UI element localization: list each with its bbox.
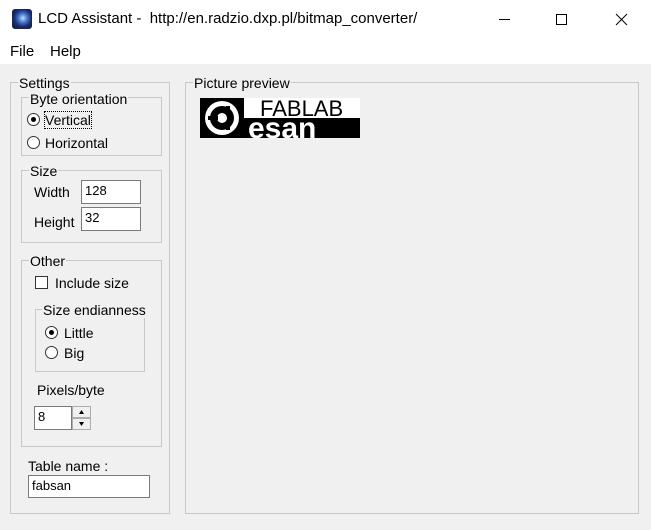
arrow-down-icon (79, 422, 84, 426)
table-name-input[interactable]: fabsan (28, 475, 150, 498)
picture-preview-group (185, 82, 639, 514)
horizontal-radio[interactable] (27, 136, 40, 149)
other-legend: Other (29, 253, 67, 269)
width-input[interactable]: 128 (81, 180, 141, 204)
menu-help[interactable]: Help (50, 43, 81, 60)
arrow-up-icon (79, 410, 84, 414)
byte-orientation-legend: Byte orientation (29, 91, 129, 107)
maximize-icon (556, 14, 567, 25)
height-input[interactable]: 32 (81, 207, 141, 231)
window-title: LCD Assistant - http://en.radzio.dxp.pl/… (38, 10, 418, 27)
picture-preview-legend: Picture preview (193, 75, 291, 91)
close-icon (615, 13, 628, 26)
spin-up-button[interactable] (72, 406, 91, 418)
size-legend: Size (29, 163, 59, 179)
menu-file[interactable]: File (10, 43, 34, 60)
size-endianness-legend: Size endianness (42, 302, 147, 318)
little-label[interactable]: Little (64, 325, 94, 341)
pixels-per-byte-input[interactable]: 8 (34, 406, 72, 430)
little-radio[interactable] (45, 326, 58, 339)
monitor-eye-icon[interactable] (12, 9, 32, 29)
include-size-label[interactable]: Include size (55, 275, 129, 291)
vertical-radio[interactable] (27, 113, 40, 126)
preview-bitmap: FABLAB esan (200, 98, 360, 138)
settings-legend: Settings (18, 75, 71, 91)
pixels-per-byte-label: Pixels/byte (37, 382, 105, 398)
minimize-button[interactable] (476, 0, 534, 38)
width-label: Width (34, 184, 70, 200)
include-size-checkbox[interactable] (35, 276, 48, 289)
spin-down-button[interactable] (72, 418, 91, 430)
horizontal-label[interactable]: Horizontal (45, 135, 108, 151)
maximize-button[interactable] (533, 0, 591, 38)
big-label[interactable]: Big (64, 345, 84, 361)
minimize-icon (499, 19, 510, 20)
vertical-label[interactable]: Vertical (44, 111, 92, 129)
menu-bar (0, 38, 651, 64)
logo-bottom-text: esan (248, 112, 316, 138)
fablab-logo: FABLAB esan (200, 98, 360, 138)
big-radio[interactable] (45, 346, 58, 359)
close-button[interactable] (593, 0, 651, 38)
table-name-label: Table name : (28, 458, 109, 474)
height-label: Height (34, 214, 75, 230)
